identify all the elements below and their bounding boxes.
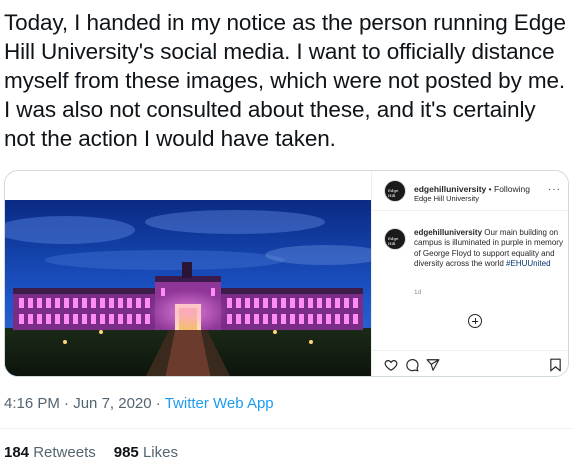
following-label[interactable]: Following bbox=[494, 184, 530, 194]
retweets-label: Retweets bbox=[33, 444, 96, 458]
tweet-text: Today, I handed in my notice as the pers… bbox=[4, 10, 566, 151]
account-avatar[interactable]: Edge Hill bbox=[384, 180, 406, 202]
bookmark-icon[interactable] bbox=[549, 358, 562, 372]
building-photo[interactable] bbox=[5, 200, 371, 376]
share-icon[interactable] bbox=[426, 358, 440, 372]
retweets-count: 184 bbox=[4, 444, 30, 458]
tweet-time[interactable]: 4:16 PM bbox=[4, 395, 60, 412]
caption-username[interactable]: edgehilluniversity bbox=[414, 228, 482, 237]
divider bbox=[0, 428, 573, 429]
tweet-date[interactable]: Jun 7, 2020 bbox=[73, 395, 151, 412]
source-app-link[interactable]: Twitter Web App bbox=[165, 395, 274, 412]
instagram-actions bbox=[372, 350, 568, 376]
meta-dot: · bbox=[64, 395, 70, 412]
account-username[interactable]: edgehilluniversity bbox=[414, 184, 486, 194]
instagram-embed-card[interactable]: Edge Hill edgehilluniversity • Following… bbox=[4, 170, 569, 377]
tweet-meta: 4:16 PM · Jun 7, 2020 · Twitter Web App bbox=[4, 395, 274, 412]
account-line: edgehilluniversity • Following bbox=[414, 184, 530, 194]
add-comment-icon[interactable] bbox=[468, 314, 482, 328]
post-caption: edgehilluniversity Our main building on … bbox=[414, 228, 564, 270]
likes-label: Likes bbox=[142, 444, 178, 458]
avatar-logo-text: Edge Hill bbox=[388, 188, 399, 198]
instagram-header: Edge Hill edgehilluniversity • Following… bbox=[372, 171, 568, 211]
caption-hashtag[interactable]: #EHUUnited bbox=[506, 259, 550, 268]
comment-icon[interactable] bbox=[405, 358, 419, 372]
retweets-stat[interactable]: 184 Retweets bbox=[4, 444, 96, 458]
likes-count: 985 bbox=[113, 444, 139, 458]
meta-dot: · bbox=[155, 395, 161, 412]
post-age: 1d bbox=[414, 289, 422, 296]
instagram-panel: Edge Hill edgehilluniversity • Following… bbox=[371, 171, 568, 376]
separator-dot: • bbox=[488, 184, 492, 194]
caption-avatar[interactable]: Edge Hill bbox=[384, 228, 406, 250]
location-label[interactable]: Edge Hill University bbox=[414, 194, 479, 203]
more-options-icon[interactable]: ··· bbox=[548, 184, 561, 195]
caption-avatar-logo-text: Edge Hill bbox=[388, 236, 399, 246]
tweet-stats: 184 Retweets 985 Likes bbox=[4, 444, 178, 458]
likes-stat[interactable]: 985 Likes bbox=[114, 444, 178, 458]
heart-icon[interactable] bbox=[384, 358, 398, 372]
